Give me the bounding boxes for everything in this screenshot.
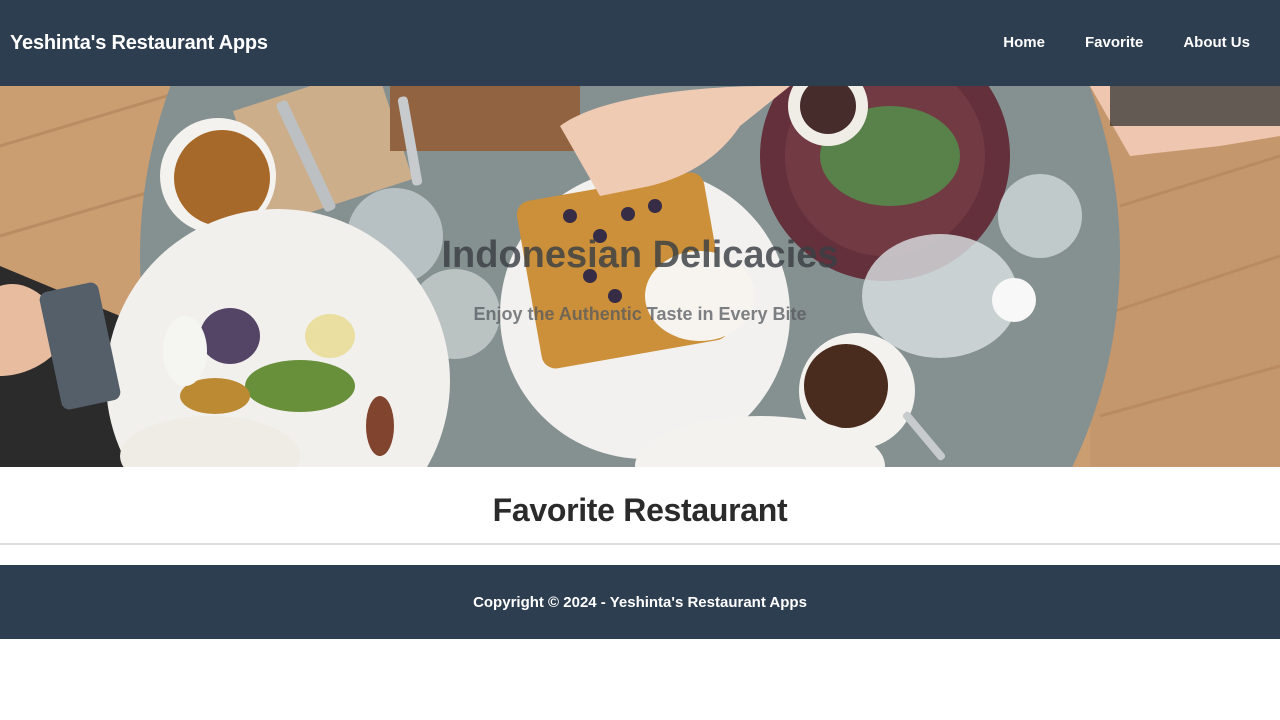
main-nav: Home Favorite About Us xyxy=(983,0,1270,86)
title-divider xyxy=(0,543,1280,545)
page-title: Favorite Restaurant xyxy=(492,492,788,528)
nav-home-link[interactable]: Home xyxy=(983,0,1065,86)
footer-copyright: Copyright © 2024 - Yeshinta's Restaurant… xyxy=(473,593,807,611)
footer: Copyright © 2024 - Yeshinta's Restaurant… xyxy=(0,565,1280,639)
app-brand[interactable]: Yeshinta's Restaurant Apps xyxy=(10,32,268,55)
nav-about-link[interactable]: About Us xyxy=(1163,0,1270,86)
nav-favorite-link[interactable]: Favorite xyxy=(1065,0,1163,86)
hero-banner: Indonesian Delicacies Enjoy the Authenti… xyxy=(0,86,1280,467)
hero-title: Indonesian Delicacies xyxy=(441,234,839,276)
hero-subtitle: Enjoy the Authentic Taste in Every Bite xyxy=(473,304,807,324)
hero-text-block: Indonesian Delicacies Enjoy the Authenti… xyxy=(0,86,1280,467)
app-bar: Yeshinta's Restaurant Apps Home Favorite… xyxy=(0,0,1280,86)
